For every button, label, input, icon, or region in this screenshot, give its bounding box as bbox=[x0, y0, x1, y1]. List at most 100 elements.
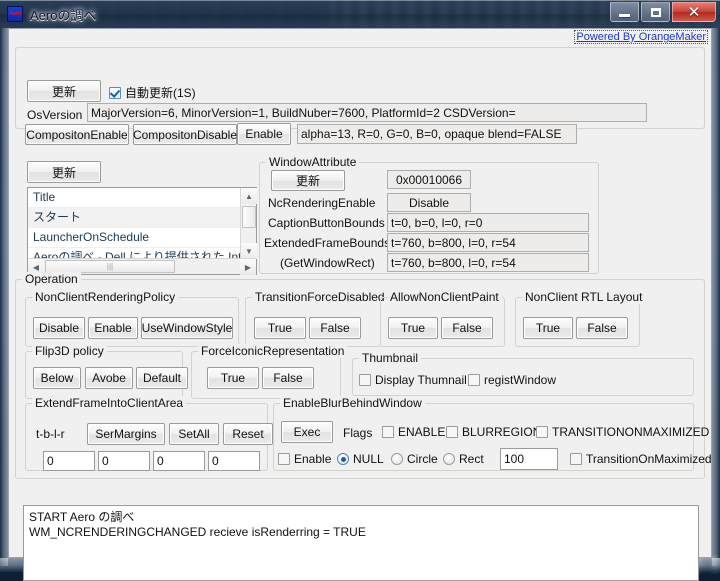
transition-on-maximized-checkbox[interactable]: TransitionOnMaximized bbox=[570, 452, 712, 466]
composition-enable-button[interactable]: CompositonEnable bbox=[25, 124, 129, 145]
set-margins-button[interactable]: SerMargins bbox=[87, 423, 165, 445]
window-handle-value: 0x00010066 bbox=[387, 170, 471, 189]
reset-button[interactable]: Reset bbox=[223, 423, 273, 445]
maximize-button[interactable] bbox=[641, 2, 670, 22]
scroll-right-icon[interactable]: ▶ bbox=[240, 259, 256, 275]
allow-nonclient-paint-caption: AllowNonClientPaint bbox=[387, 290, 502, 304]
flip3d-default-button[interactable]: Default bbox=[136, 367, 188, 389]
nrp-usewindowstyle-button[interactable]: UseWindowStyle bbox=[141, 317, 233, 339]
log-line: WM_NCRENDERINGCHANGED recieve isRenderri… bbox=[29, 525, 693, 540]
extend-frame-input-t[interactable]: 0 bbox=[43, 451, 95, 471]
minimize-button[interactable] bbox=[610, 2, 639, 22]
title-bar[interactable]: Aero Aeroの調べ ✕ bbox=[0, 0, 720, 28]
operation-caption: Operation bbox=[22, 272, 81, 286]
nonclient-rendering-policy-caption: NonClientRenderingPolicy bbox=[32, 290, 178, 304]
checkbox-box bbox=[446, 426, 458, 438]
auto-refresh-label: 自動更新(1S) bbox=[125, 84, 196, 101]
tblr-label: t-b-l-r bbox=[36, 427, 65, 441]
nrp-disable-button[interactable]: Disable bbox=[33, 317, 85, 339]
enable-button[interactable]: Enable bbox=[237, 123, 291, 145]
close-icon: ✕ bbox=[688, 5, 701, 20]
nonclient-rtl-layout-caption: NonClient RTL Layout bbox=[522, 290, 645, 304]
blur-exec-button[interactable]: Exec bbox=[281, 421, 333, 443]
extend-frame-input-l[interactable]: 0 bbox=[153, 451, 205, 471]
caption-button-bounds-value: t=0, b=0, l=0, r=0 bbox=[387, 213, 589, 232]
app-icon: Aero bbox=[7, 6, 23, 22]
flip3d-policy-caption: Flip3D policy bbox=[32, 344, 107, 358]
regist-window-checkbox[interactable]: registWindow bbox=[468, 373, 556, 387]
flag-blurregion-checkbox[interactable]: BLURREGION bbox=[446, 425, 541, 439]
scroll-down-icon[interactable]: ▼ bbox=[241, 243, 257, 259]
fir-false-button[interactable]: False bbox=[262, 367, 314, 389]
extend-frame-input-r[interactable]: 0 bbox=[208, 451, 260, 471]
checkbox-box bbox=[109, 87, 121, 99]
region-rect-radio[interactable]: Rect bbox=[443, 452, 484, 466]
window-list[interactable]: Title スタート LauncherOnSchedule Aeroの調べ - … bbox=[27, 187, 257, 275]
extend-frame-input-b[interactable]: 0 bbox=[98, 451, 150, 471]
powered-by-link[interactable]: Powered By OrangeMaker bbox=[575, 31, 707, 43]
list-vertical-scrollbar[interactable]: ▲ ▼ bbox=[240, 188, 256, 259]
list-item-header[interactable]: Title bbox=[28, 188, 256, 208]
checkbox-box bbox=[382, 426, 394, 438]
flag-transitiononmaximized-label: TRANSITIONONMAXIMIZED bbox=[552, 425, 709, 439]
refresh-button-list[interactable]: 更新 bbox=[27, 161, 101, 183]
list-item[interactable]: スタート bbox=[28, 208, 256, 228]
flag-transitiononmaximized-checkbox[interactable]: TRANSITIONONMAXIMIZED bbox=[536, 425, 709, 439]
ancp-true-button[interactable]: True bbox=[388, 317, 438, 339]
rtl-false-button[interactable]: False bbox=[576, 317, 628, 339]
flip3d-below-button[interactable]: Below bbox=[33, 367, 81, 389]
refresh-button-top[interactable]: 更新 bbox=[27, 80, 101, 102]
transition-on-maximized-label: TransitionOnMaximized bbox=[586, 452, 712, 466]
blur-enable-label: Enable bbox=[294, 452, 331, 466]
nrp-enable-button[interactable]: Enable bbox=[88, 317, 138, 339]
nc-rendering-enable-label: NcRenderingEnable bbox=[268, 196, 375, 210]
radio-circle bbox=[391, 453, 403, 465]
checkbox-box bbox=[278, 453, 290, 465]
composition-disable-button[interactable]: CompositonDisable bbox=[133, 124, 237, 145]
extended-frame-bounds-value: t=760, b=800, l=0, r=54 bbox=[387, 233, 589, 252]
blur-enable-checkbox[interactable]: Enable bbox=[278, 452, 331, 466]
osversion-value: MajorVersion=6, MinorVersion=1, BuildNub… bbox=[87, 103, 647, 122]
blend-value: alpha=13, R=0, G=0, B=0, opaque blend=FA… bbox=[297, 124, 577, 144]
minimize-icon bbox=[619, 14, 630, 17]
list-item[interactable]: LauncherOnSchedule bbox=[28, 228, 256, 248]
nc-rendering-enable-value: Disable bbox=[387, 193, 471, 212]
enable-blur-caption: EnableBlurBehindWindow bbox=[280, 396, 425, 410]
tfd-false-button[interactable]: False bbox=[309, 317, 361, 339]
window-frame-left bbox=[0, 28, 8, 566]
transition-force-disabled-caption: TransitionForceDisabled bbox=[252, 290, 388, 304]
get-window-rect-value: t=760, b=800, l=0, r=54 bbox=[387, 253, 589, 272]
display-thumbnail-label: Display Thumnail bbox=[375, 373, 467, 387]
close-button[interactable]: ✕ bbox=[672, 2, 716, 22]
extend-frame-caption: ExtendFrameIntoClientArea bbox=[32, 396, 186, 410]
flag-blurregion-label: BLURREGION bbox=[462, 425, 541, 439]
log-output[interactable]: START Aero の調べ WM_NCRENDERINGCHANGED rec… bbox=[23, 505, 699, 581]
fir-true-button[interactable]: True bbox=[207, 367, 259, 389]
extended-frame-bounds-label: ExtendedFrameBounds bbox=[264, 236, 390, 250]
ancp-false-button[interactable]: False bbox=[441, 317, 493, 339]
desktop-background: Aero Aeroの調べ ✕ Powered By OrangeMaker 更新… bbox=[0, 0, 720, 572]
maximize-icon bbox=[651, 8, 661, 17]
flag-enable-label: ENABLE bbox=[398, 425, 445, 439]
client-area: Powered By OrangeMaker 更新 自動更新(1S) OsVer… bbox=[8, 28, 712, 558]
scroll-up-icon[interactable]: ▲ bbox=[241, 188, 257, 204]
display-thumbnail-checkbox[interactable]: Display Thumnail bbox=[359, 373, 467, 387]
window-attribute-refresh-button[interactable]: 更新 bbox=[271, 170, 345, 191]
region-size-input[interactable]: 100 bbox=[500, 448, 558, 470]
set-all-button[interactable]: SetAll bbox=[169, 423, 219, 445]
flag-enable-checkbox[interactable]: ENABLE bbox=[382, 425, 445, 439]
tfd-true-button[interactable]: True bbox=[254, 317, 306, 339]
region-circle-radio[interactable]: Circle bbox=[391, 452, 438, 466]
flags-label: Flags bbox=[343, 426, 372, 440]
auto-refresh-checkbox[interactable]: 自動更新(1S) bbox=[109, 84, 196, 101]
region-null-label: NULL bbox=[353, 452, 384, 466]
checkbox-box bbox=[570, 453, 582, 465]
region-null-radio[interactable]: NULL bbox=[337, 452, 384, 466]
window-attribute-caption: WindowAttribute bbox=[266, 155, 359, 169]
window-frame-right bbox=[712, 28, 720, 566]
vertical-scroll-thumb[interactable] bbox=[242, 206, 256, 228]
log-line: START Aero の調べ bbox=[29, 510, 693, 525]
region-circle-label: Circle bbox=[407, 452, 438, 466]
flip3d-avobe-button[interactable]: Avobe bbox=[85, 367, 133, 389]
rtl-true-button[interactable]: True bbox=[523, 317, 573, 339]
